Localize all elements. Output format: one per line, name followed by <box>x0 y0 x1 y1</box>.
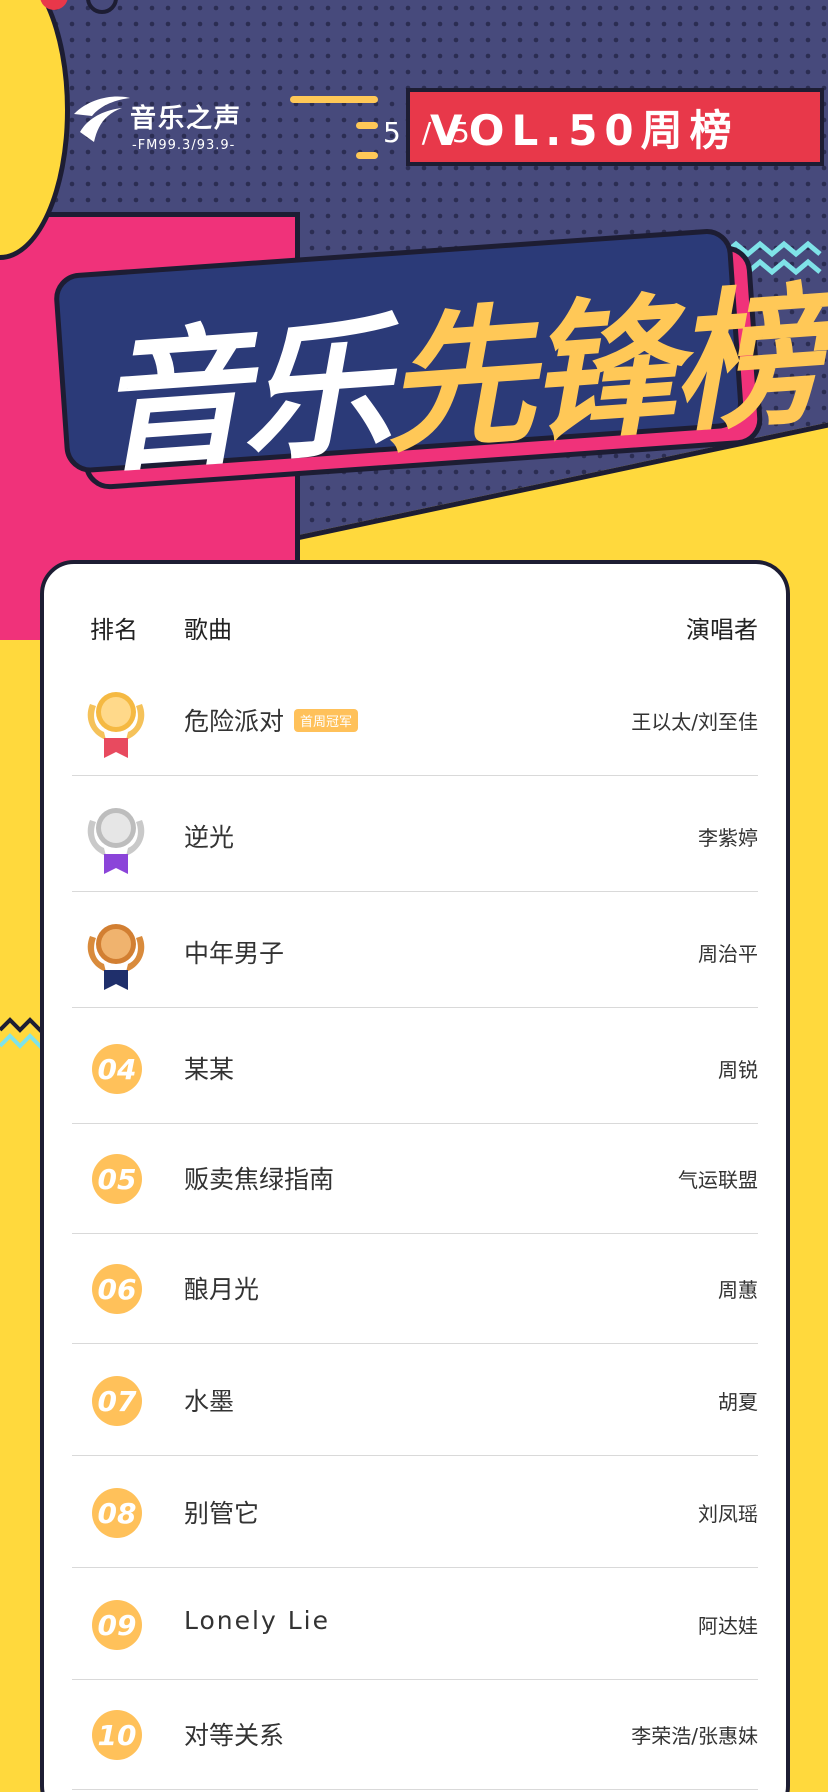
row-divider <box>72 891 758 892</box>
gold-medal-icon <box>87 692 145 758</box>
rank-number: 08 <box>92 1488 142 1538</box>
song-title: 某某 <box>184 1055 235 1084</box>
table-row[interactable]: 07 水墨 胡夏 <box>44 1346 786 1456</box>
column-header-song: 歌曲 <box>184 616 232 644</box>
row-divider <box>72 1455 758 1456</box>
row-divider <box>72 1567 758 1568</box>
song-title: 对等关系 <box>184 1721 285 1750</box>
table-row[interactable]: 危险派对 首周冠军 王以太/刘至佳 <box>44 666 786 776</box>
title-banner: 音乐先锋榜 <box>52 226 821 514</box>
song-title: 逆光 <box>184 823 235 852</box>
title-white-part: 音乐 <box>90 300 391 494</box>
song-title: 危险派对 首周冠军 <box>184 702 359 738</box>
yellow-line-decoration <box>356 152 378 159</box>
logo-name: 音乐之声 <box>130 104 243 134</box>
artist-name: 周锐 <box>718 1058 758 1082</box>
song-title: 中年男子 <box>184 939 285 968</box>
page-title: 音乐先锋榜 <box>88 235 821 502</box>
rank-number: 10 <box>92 1710 142 1760</box>
rank-number: 04 <box>92 1044 142 1094</box>
title-yellow-part: 先锋榜 <box>378 269 822 474</box>
table-row[interactable]: 逆光 李紫婷 <box>44 782 786 892</box>
rank-number: 06 <box>92 1264 142 1314</box>
table-row[interactable]: 10 对等关系 李荣浩/张惠妹 <box>44 1680 786 1790</box>
artist-name: 李荣浩/张惠妹 <box>631 1724 758 1748</box>
song-title: 酿月光 <box>184 1275 260 1304</box>
silver-medal-icon <box>87 808 145 874</box>
artist-name: 胡夏 <box>718 1390 758 1414</box>
table-row[interactable]: 09 Lonely Lie 阿达娃 <box>44 1570 786 1680</box>
artist-name: 王以太/刘至佳 <box>631 710 758 734</box>
blue-dot-decoration <box>86 0 118 14</box>
first-week-champion-badge: 首周冠军 <box>294 708 359 732</box>
page-indicator: 5 / 5 <box>383 116 476 149</box>
artist-name: 刘凤瑶 <box>698 1502 758 1526</box>
song-title: 贩卖焦绿指南 <box>184 1165 335 1194</box>
artist-name: 李紫婷 <box>698 826 758 850</box>
yellow-line-decoration <box>290 96 378 103</box>
logo-swoosh-icon <box>74 96 130 142</box>
table-header: 排名 歌曲 演唱者 <box>44 564 786 664</box>
row-divider <box>72 1007 758 1008</box>
bronze-medal-icon <box>87 924 145 990</box>
table-row[interactable]: 中年男子 周治平 <box>44 898 786 1008</box>
table-row[interactable]: 06 酿月光 周蕙 <box>44 1234 786 1344</box>
yellow-line-decoration <box>356 122 378 129</box>
row-divider <box>72 1343 758 1344</box>
table-row[interactable]: 04 某某 周锐 <box>44 1014 786 1124</box>
song-title: 水墨 <box>184 1387 235 1416</box>
chart-card: 排名 歌曲 演唱者 危险派对 首周冠军 王以太/刘至佳 逆光 李紫婷 中年男子 … <box>40 560 790 1792</box>
song-title: Lonely Lie <box>184 1606 330 1635</box>
rank-number: 09 <box>92 1600 142 1650</box>
row-divider <box>72 775 758 776</box>
logo-frequency: -FM99.3/93.9- <box>132 138 236 153</box>
column-header-artist: 演唱者 <box>686 616 758 644</box>
artist-name: 周蕙 <box>718 1278 758 1302</box>
table-row[interactable]: 08 别管它 刘凤瑶 <box>44 1458 786 1568</box>
column-header-rank: 排名 <box>90 616 138 644</box>
table-row[interactable]: 05 贩卖焦绿指南 气运联盟 <box>44 1124 786 1234</box>
rank-number: 07 <box>92 1376 142 1426</box>
artist-name: 阿达娃 <box>698 1614 758 1638</box>
rank-number: 05 <box>92 1154 142 1204</box>
song-title: 别管它 <box>184 1499 260 1528</box>
row-divider <box>72 1789 758 1790</box>
artist-name: 周治平 <box>698 942 758 966</box>
artist-name: 气运联盟 <box>678 1168 758 1192</box>
